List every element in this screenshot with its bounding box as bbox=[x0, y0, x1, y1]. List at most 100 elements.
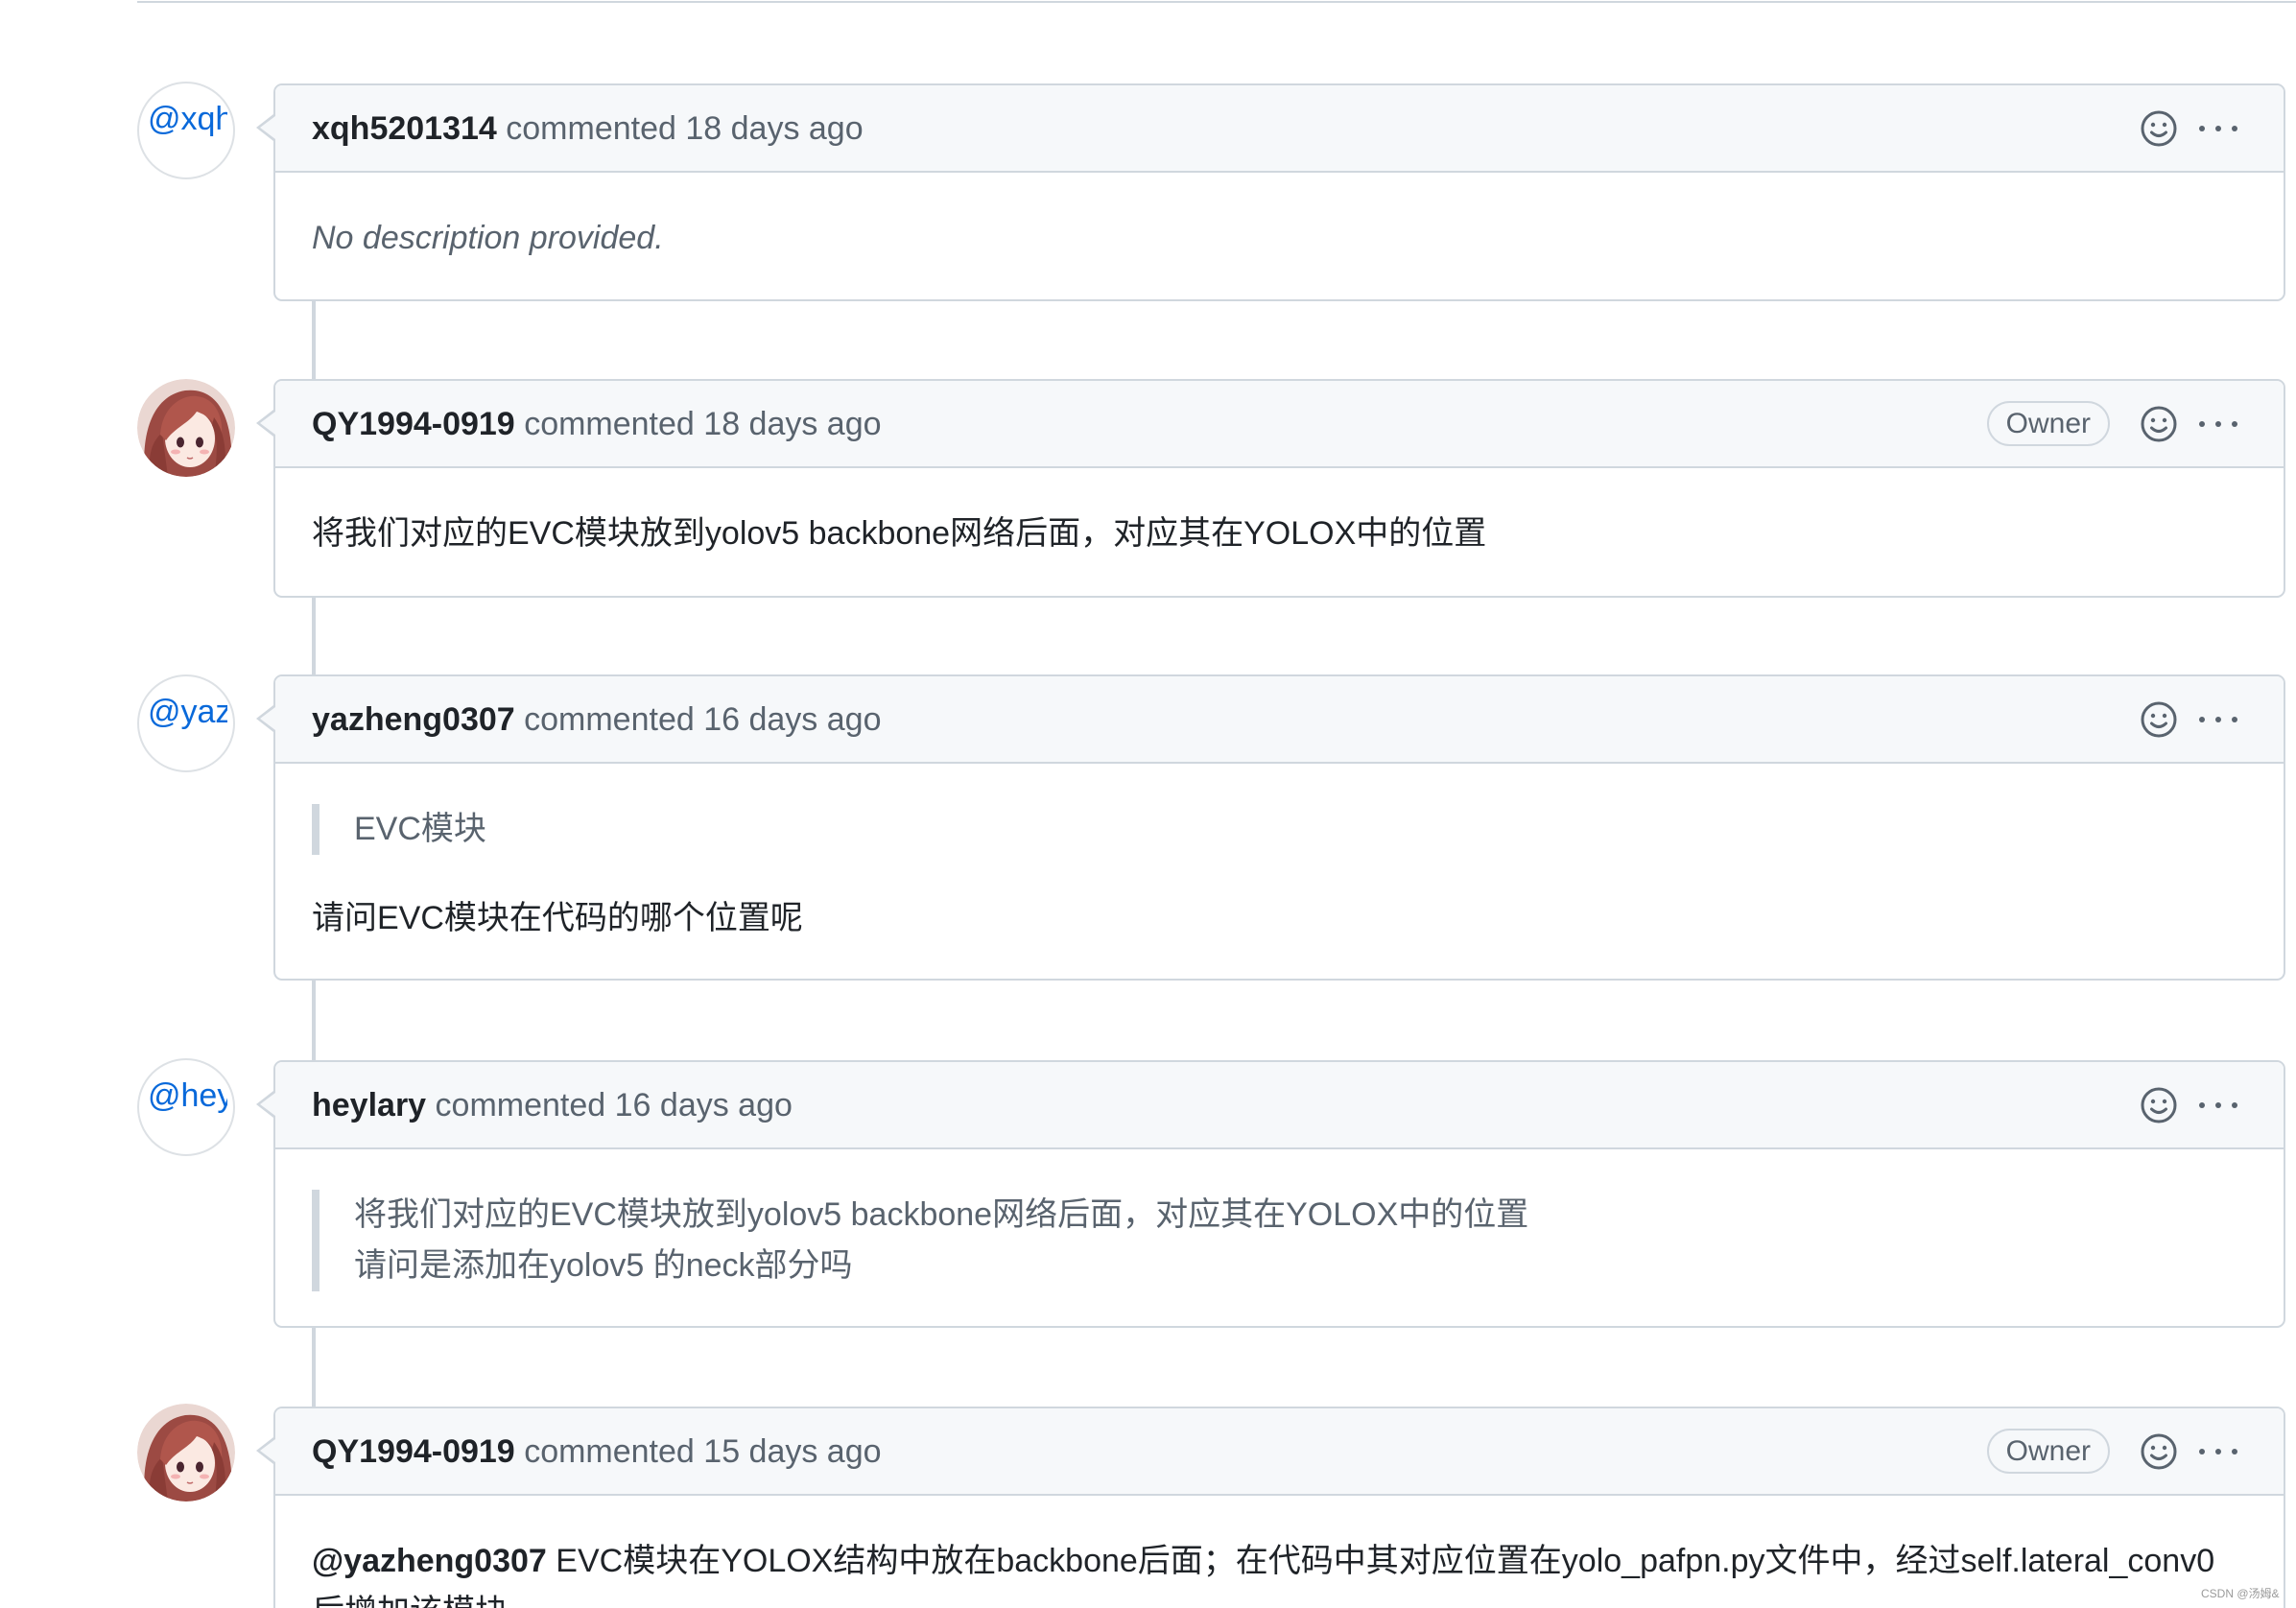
kebab-horizontal-icon[interactable] bbox=[2199, 700, 2237, 739]
comment-actions bbox=[2140, 109, 2237, 148]
comment-actions bbox=[2140, 700, 2237, 739]
comment-timestamp-link[interactable]: 18 days ago bbox=[685, 110, 863, 147]
comment-body: 将我们对应的EVC模块放到yolov5 backbone网络后面，对应其在YOL… bbox=[275, 468, 2284, 559]
blockquote: EVC模块 bbox=[312, 804, 2247, 855]
avatar-alt-clip: @xqh bbox=[139, 83, 227, 177]
comment-actions bbox=[2140, 1086, 2237, 1124]
smiley-icon[interactable] bbox=[2140, 405, 2178, 443]
timeline-comment: yazheng0307 commented 16 days ago EVC模块 … bbox=[256, 674, 2285, 981]
comment-text: 请问EVC模块在代码的哪个位置呢 bbox=[312, 900, 803, 936]
kebab-dot bbox=[2199, 420, 2205, 427]
comment-header-title: yazheng0307 commented 16 days ago bbox=[312, 700, 2140, 739]
author-link[interactable]: yazheng0307 bbox=[312, 701, 515, 738]
comment-text: EVC模块在YOLOX结构中放在backbone后面；在代码中其对应位置在yol… bbox=[556, 1543, 2215, 1579]
comment-text-line-partial: 后增加该模块 bbox=[312, 1587, 2247, 1608]
timeline-comment: QY1994-0919 commented 15 days ago Owner bbox=[256, 1407, 2285, 1608]
avatar-alt-text: @hey bbox=[148, 1077, 227, 1114]
blush bbox=[171, 449, 180, 455]
blush bbox=[200, 449, 209, 455]
kebab-horizontal-icon[interactable] bbox=[2199, 109, 2237, 148]
comment-header-title: heylary commented 16 days ago bbox=[312, 1086, 2140, 1124]
kebab-dot bbox=[2232, 125, 2237, 131]
avatar-alt-text: @xqh bbox=[148, 101, 227, 137]
kebab-horizontal-icon[interactable] bbox=[2199, 1086, 2237, 1124]
comment-header: xqh5201314 commented 18 days ago bbox=[275, 85, 2284, 173]
smiley-icon[interactable] bbox=[2140, 1086, 2178, 1124]
kebab-dot bbox=[2215, 1448, 2221, 1454]
smiley-eye bbox=[2162, 1445, 2167, 1450]
smiley-icon[interactable] bbox=[2140, 1432, 2178, 1471]
anime-girl-avatar bbox=[137, 379, 235, 477]
blush bbox=[200, 1474, 209, 1479]
quote-line: 请问是添加在yolov5 的neck部分吗 bbox=[354, 1247, 853, 1284]
comment-timestamp-link[interactable]: 18 days ago bbox=[703, 406, 881, 442]
timeline-comment: xqh5201314 commented 18 days ago No desc… bbox=[256, 83, 2285, 301]
kebab-dot bbox=[2215, 1101, 2221, 1108]
comment-body: No description provided. bbox=[275, 173, 2284, 264]
author-link[interactable]: QY1994-0919 bbox=[312, 1433, 515, 1470]
smiley-mouth bbox=[2150, 130, 2167, 137]
comment-timestamp-link[interactable]: 15 days ago bbox=[703, 1433, 881, 1470]
smiley-eye bbox=[2150, 122, 2156, 127]
author-link[interactable]: xqh5201314 bbox=[312, 110, 497, 147]
quote-line: EVC模块 bbox=[354, 811, 486, 847]
author-link[interactable]: heylary bbox=[312, 1087, 426, 1123]
avatar-art bbox=[137, 1404, 235, 1502]
comment-action: commented bbox=[506, 109, 676, 147]
smiley-eye bbox=[2162, 122, 2167, 127]
blush bbox=[171, 1474, 180, 1479]
smiley-icon[interactable] bbox=[2140, 109, 2178, 148]
owner-badge: Owner bbox=[1986, 401, 2110, 446]
comment-actions: Owner bbox=[1986, 401, 2237, 446]
avatar[interactable]: @xqh bbox=[137, 82, 235, 179]
avatar[interactable]: @yaz bbox=[137, 674, 235, 772]
smiley-eye bbox=[2162, 417, 2167, 422]
avatar-art bbox=[137, 379, 235, 477]
smiley-eye bbox=[2150, 417, 2156, 422]
kebab-dot bbox=[2199, 1448, 2205, 1454]
avatar[interactable] bbox=[137, 1404, 235, 1502]
comment-action: commented bbox=[524, 405, 695, 442]
comment-header: yazheng0307 commented 16 days ago bbox=[275, 676, 2284, 764]
comment-action: commented bbox=[524, 700, 695, 738]
owner-badge: Owner bbox=[1986, 1429, 2110, 1474]
comment-text-line: @yazheng0307 EVC模块在YOLOX结构中放在backbone后面；… bbox=[312, 1536, 2247, 1587]
comment-header: QY1994-0919 commented 15 days ago Owner bbox=[275, 1408, 2284, 1496]
kebab-dot bbox=[2199, 125, 2205, 131]
comment-timestamp-link[interactable]: 16 days ago bbox=[615, 1087, 793, 1123]
watermark-text: CSDN @汤姆& bbox=[2201, 1587, 2280, 1600]
smiley-eye bbox=[2150, 1099, 2156, 1103]
kebab-horizontal-icon[interactable] bbox=[2199, 1432, 2237, 1471]
smiley-icon[interactable] bbox=[2140, 700, 2178, 739]
comment-action: commented bbox=[524, 1432, 695, 1470]
kebab-dot bbox=[2215, 420, 2221, 427]
kebab-horizontal-icon[interactable] bbox=[2199, 405, 2237, 443]
eye bbox=[177, 1461, 184, 1473]
blockquote: 将我们对应的EVC模块放到yolov5 backbone网络后面，对应其在YOL… bbox=[312, 1190, 2247, 1291]
smiley-mouth bbox=[2150, 1454, 2167, 1460]
kebab-dot bbox=[2215, 125, 2221, 131]
eye bbox=[177, 437, 184, 448]
kebab-dot bbox=[2232, 420, 2237, 427]
user-mention-link[interactable]: @yazheng0307 bbox=[312, 1543, 547, 1579]
smiley-mouth bbox=[2150, 1107, 2167, 1114]
eye bbox=[196, 1461, 203, 1473]
avatar[interactable] bbox=[137, 379, 235, 477]
author-link[interactable]: QY1994-0919 bbox=[312, 406, 515, 442]
eye bbox=[196, 437, 203, 448]
avatar[interactable]: @hey bbox=[137, 1058, 235, 1156]
smiley-mouth bbox=[2150, 721, 2167, 728]
comment-body: @yazheng0307 EVC模块在YOLOX结构中放在backbone后面；… bbox=[275, 1496, 2284, 1608]
comment-timestamp-link[interactable]: 16 days ago bbox=[703, 701, 881, 738]
kebab-dot bbox=[2215, 716, 2221, 722]
comment-action: commented bbox=[435, 1086, 606, 1123]
kebab-dot bbox=[2199, 1101, 2205, 1108]
kebab-dot bbox=[2199, 716, 2205, 722]
kebab-dot bbox=[2232, 1101, 2237, 1108]
kebab-dot bbox=[2232, 1448, 2237, 1454]
smiley-face-outline bbox=[2141, 1433, 2177, 1469]
smiley-face-outline bbox=[2141, 110, 2177, 146]
timeline-comment: QY1994-0919 commented 18 days ago Owner bbox=[256, 379, 2285, 598]
smiley-face-outline bbox=[2141, 701, 2177, 737]
kebab-dot bbox=[2232, 716, 2237, 722]
